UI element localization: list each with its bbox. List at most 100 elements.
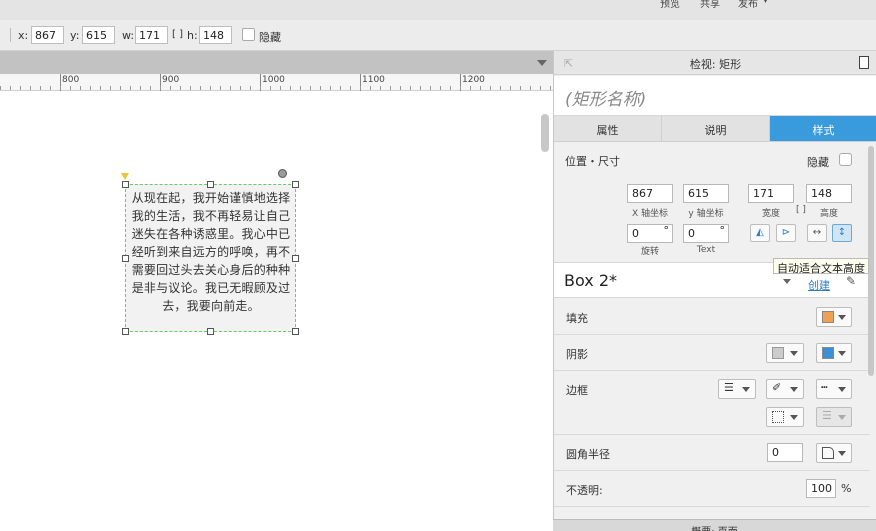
canvas-header bbox=[0, 51, 553, 74]
border-width-dropdown[interactable]: ☰ bbox=[718, 379, 756, 399]
ruler-minor-tick bbox=[210, 86, 211, 90]
auto-fit-width-icon[interactable]: ↔ bbox=[807, 224, 827, 242]
ruler-minor-tick bbox=[340, 86, 341, 90]
border-style-dropdown[interactable]: ┅ bbox=[816, 379, 852, 399]
resize-handle-n[interactable] bbox=[207, 181, 214, 188]
share-menu[interactable]: 共享 bbox=[700, 0, 720, 10]
ruler-minor-tick bbox=[530, 86, 531, 90]
ruler-minor-tick bbox=[480, 86, 481, 90]
ruler-minor-tick bbox=[140, 86, 141, 90]
ruler-minor-tick bbox=[420, 86, 421, 90]
resize-handle-se[interactable] bbox=[292, 328, 299, 335]
border-color-dropdown[interactable]: ✐ bbox=[766, 379, 804, 399]
style-dropdown-icon[interactable] bbox=[783, 279, 791, 284]
create-style-link[interactable]: 创建 bbox=[808, 277, 830, 293]
resize-handle-nw[interactable] bbox=[122, 181, 129, 188]
tab-properties[interactable]: 属性 bbox=[554, 116, 662, 141]
rotation-handle[interactable] bbox=[278, 169, 287, 178]
corner-type-dropdown[interactable] bbox=[816, 443, 852, 463]
corner-radius-row: 圆角半径 0 bbox=[554, 435, 870, 471]
border-sides-icon bbox=[772, 411, 784, 423]
chevron-down-icon bbox=[790, 351, 798, 356]
arrow-style-icon: ☰ bbox=[822, 409, 832, 422]
dashed-line-icon: ┅ bbox=[821, 381, 828, 394]
ruler-tick-label: 1200 bbox=[462, 75, 485, 85]
arrow-style-dropdown: ☰ bbox=[816, 407, 852, 427]
ruler-minor-tick bbox=[220, 86, 221, 90]
tab-style[interactable]: 样式 bbox=[770, 116, 876, 141]
publish-dropdown-icon[interactable]: ▾ bbox=[763, 0, 768, 6]
text-rotation-unit: ° bbox=[719, 224, 726, 237]
shape-name-field[interactable]: (矩形名称) bbox=[554, 76, 876, 116]
w-label: w: bbox=[122, 29, 135, 42]
y-label: y: bbox=[70, 29, 80, 42]
fill-row: 填充 bbox=[554, 299, 870, 335]
ruler-minor-tick bbox=[10, 86, 11, 90]
ruler-tick-label: 1100 bbox=[362, 75, 385, 85]
lock-ratio-icon[interactable]: [ ] bbox=[172, 29, 183, 40]
canvas-scrollbar[interactable] bbox=[541, 114, 549, 152]
ruler-minor-tick bbox=[470, 86, 471, 90]
properties-toolbar: x: 867 y: 615 w: 171 [ ] h: 148 隐藏 bbox=[0, 20, 876, 51]
padding-marker-icon[interactable] bbox=[121, 173, 129, 180]
rotation-unit: ° bbox=[663, 224, 670, 237]
corner-radius-input[interactable]: 0 bbox=[767, 443, 803, 462]
opacity-label: 不透明: bbox=[566, 484, 603, 497]
chevron-down-icon bbox=[790, 387, 798, 392]
opacity-input[interactable]: 100 bbox=[806, 479, 836, 498]
toolbar-separator bbox=[10, 28, 11, 42]
width-input[interactable]: 171 bbox=[748, 184, 794, 203]
fill-color-dropdown[interactable] bbox=[816, 307, 852, 327]
tab-notes[interactable]: 说明 bbox=[662, 116, 770, 141]
chevron-down-icon bbox=[790, 415, 798, 420]
ruler-minor-tick bbox=[350, 86, 351, 90]
ruler-minor-tick bbox=[400, 86, 401, 90]
ruler-minor-tick bbox=[260, 86, 261, 90]
rotation-input[interactable]: 0 ° bbox=[627, 224, 673, 243]
ruler-minor-tick bbox=[540, 86, 541, 90]
shadow-color-dropdown[interactable] bbox=[816, 343, 852, 363]
width-label: 宽度 bbox=[761, 209, 780, 219]
height-input[interactable]: 148 bbox=[806, 184, 852, 203]
resize-handle-ne[interactable] bbox=[292, 181, 299, 188]
resize-handle-sw[interactable] bbox=[122, 328, 129, 335]
edit-style-icon[interactable]: ✎ bbox=[846, 274, 856, 288]
h-input[interactable]: 148 bbox=[199, 26, 232, 44]
ruler-minor-tick bbox=[330, 86, 331, 90]
page-icon[interactable] bbox=[859, 56, 869, 69]
flip-vertical-icon[interactable]: ⊳ bbox=[776, 224, 796, 242]
w-input[interactable]: 171 bbox=[135, 26, 168, 44]
hide-label: 隐藏 bbox=[807, 156, 829, 169]
style-name: Box 2* bbox=[564, 271, 618, 290]
ruler-minor-tick bbox=[310, 86, 311, 90]
ruler-minor-tick bbox=[170, 86, 171, 90]
y-coordinate-input[interactable]: 615 bbox=[683, 184, 729, 203]
ruler-minor-tick bbox=[390, 86, 391, 90]
resize-handle-w[interactable] bbox=[122, 255, 129, 262]
border-row: 边框 ☰ ✐ ┅ ☰ bbox=[554, 371, 870, 435]
auto-fit-height-icon[interactable]: ↕ bbox=[832, 224, 852, 242]
rectangle-text[interactable]: 从现在起，我开始谨慎地选择我的生活，我不再轻易让自己迷失在各种诱惑里。我心中已经… bbox=[131, 189, 291, 315]
border-sides-dropdown[interactable] bbox=[766, 407, 804, 427]
inspector-header: ⇱ 检视: 矩形 bbox=[554, 51, 876, 75]
y-input[interactable]: 615 bbox=[82, 26, 115, 44]
publish-menu[interactable]: 发布 bbox=[738, 0, 758, 10]
shadow-outer-dropdown[interactable] bbox=[766, 343, 804, 363]
chevron-down-icon bbox=[838, 351, 846, 356]
selected-rectangle[interactable]: 从现在起，我开始谨慎地选择我的生活，我不再轻易让自己迷失在各种诱惑里。我心中已经… bbox=[125, 184, 296, 332]
resize-handle-s[interactable] bbox=[207, 328, 214, 335]
hide-checkbox[interactable] bbox=[242, 28, 255, 41]
tooltip: 自动适合文本高度 bbox=[773, 258, 869, 275]
text-rotation-input[interactable]: 0 ° bbox=[683, 224, 729, 243]
canvas-menu-icon[interactable] bbox=[537, 60, 547, 66]
resize-handle-e[interactable] bbox=[292, 255, 299, 262]
hide-checkbox[interactable] bbox=[839, 153, 852, 166]
corner-radius-label: 圆角半径 bbox=[566, 448, 610, 461]
outline-panel-header: 概要: 页面 bbox=[553, 519, 876, 531]
flip-horizontal-icon[interactable]: ◭ bbox=[750, 224, 770, 242]
ruler-minor-tick bbox=[110, 86, 111, 90]
x-input[interactable]: 867 bbox=[31, 26, 64, 44]
preview-menu[interactable]: 预览 bbox=[660, 0, 680, 10]
x-coordinate-input[interactable]: 867 bbox=[627, 184, 673, 203]
ruler-minor-tick bbox=[180, 86, 181, 90]
